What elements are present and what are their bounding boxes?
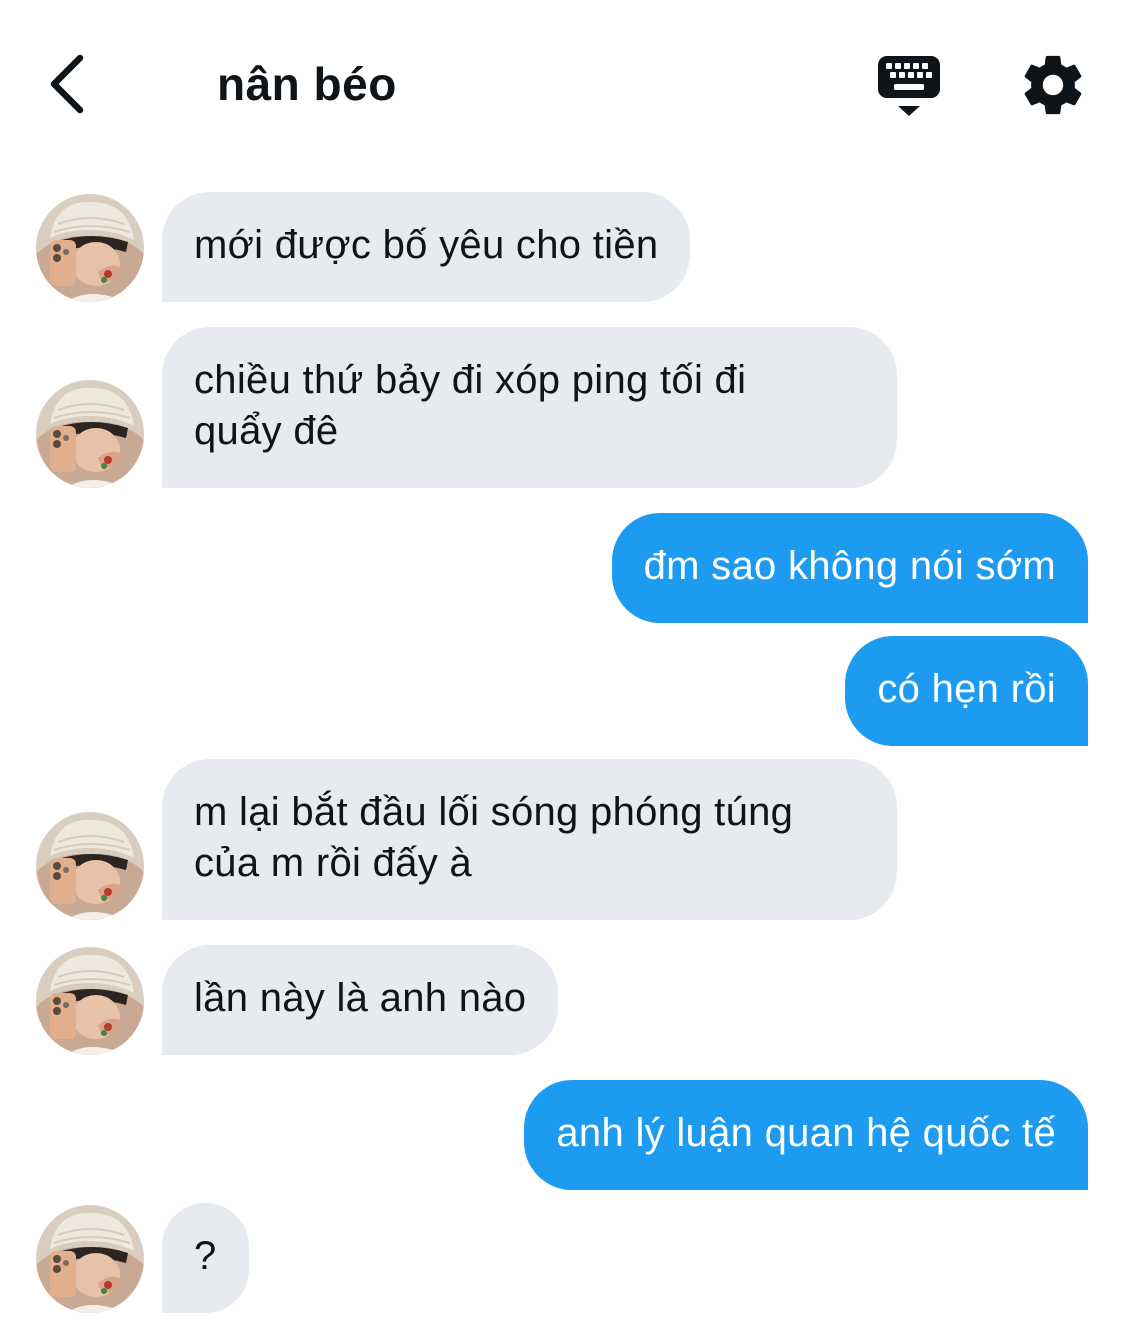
- avatar[interactable]: [36, 194, 144, 302]
- message-text: lần này là anh nào: [194, 976, 527, 1020]
- message-bubble-outgoing[interactable]: anh lý luận quan hệ quốc tế: [524, 1080, 1088, 1190]
- keyboard-icon: [878, 56, 940, 116]
- settings-button[interactable]: [1018, 50, 1088, 120]
- chat-header: nân béo: [0, 0, 1125, 170]
- message-text: đm sao không nói sớm: [643, 544, 1056, 588]
- avatar-image: [36, 947, 144, 1055]
- message-bubble-incoming[interactable]: mới được bố yêu cho tiền: [162, 192, 691, 302]
- keyboard-button[interactable]: [876, 54, 942, 120]
- message-bubble-outgoing[interactable]: đm sao không nói sớm: [611, 513, 1088, 623]
- message-bubble-incoming[interactable]: ?: [162, 1203, 249, 1313]
- avatar-image: [36, 194, 144, 302]
- message-text: chiều thứ bảy đi xóp ping tối đi: [194, 358, 747, 402]
- avatar-image: [36, 380, 144, 488]
- message-bubble-incoming[interactable]: lần này là anh nào: [162, 945, 559, 1055]
- avatar[interactable]: [36, 947, 144, 1055]
- message-bubble-outgoing[interactable]: có hẹn rồi: [845, 636, 1088, 746]
- message-text: có hẹn rồi: [877, 667, 1056, 711]
- message-text: mới được bố yêu cho tiền: [194, 223, 659, 267]
- chevron-left-icon: [50, 54, 84, 114]
- avatar[interactable]: [36, 1205, 144, 1313]
- message-bubble-incoming[interactable]: m lại bắt đầu lối sóng phóng túng của m …: [162, 759, 897, 920]
- avatar-image: [36, 1205, 144, 1313]
- conversation-title: nân béo: [217, 58, 397, 110]
- message-text: của m rồi đấy à: [194, 841, 472, 885]
- message-text: quẩy đê: [194, 409, 339, 453]
- message-text: anh lý luận quan hệ quốc tế: [556, 1111, 1056, 1155]
- avatar[interactable]: [36, 380, 144, 488]
- message-bubble-incoming[interactable]: chiều thứ bảy đi xóp ping tối đi quẩy đê: [162, 327, 897, 488]
- message-text: ?: [194, 1234, 217, 1278]
- avatar[interactable]: [36, 812, 144, 920]
- avatar-image: [36, 812, 144, 920]
- message-text: m lại bắt đầu lối sóng phóng túng: [194, 790, 794, 834]
- gear-icon: [1024, 55, 1082, 115]
- back-button[interactable]: [34, 48, 104, 118]
